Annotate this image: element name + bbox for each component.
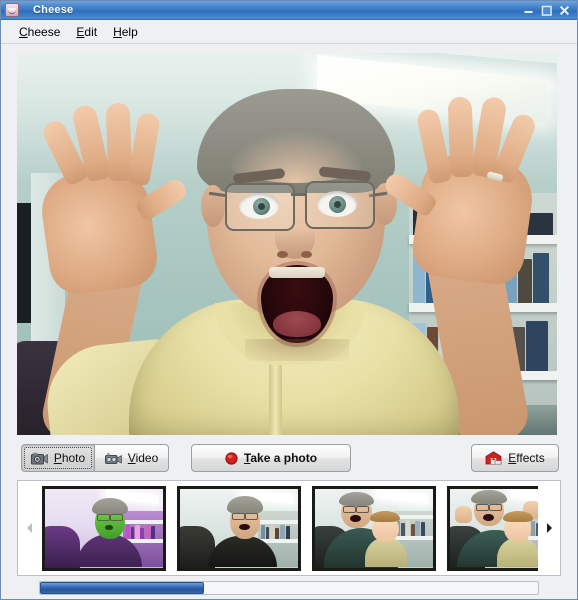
- thumb-hair: [92, 497, 128, 516]
- record-dot-icon: [225, 451, 238, 465]
- scrollbar-thumb[interactable]: [40, 582, 205, 594]
- thumbnail-scene: [450, 488, 538, 568]
- menu-label: elp: [121, 24, 138, 39]
- thumbnail-scene: [315, 488, 433, 568]
- webcam-scene: [17, 53, 557, 435]
- thumbnail-3[interactable]: [312, 485, 436, 571]
- window-controls: [522, 4, 575, 17]
- webcam-live-preview[interactable]: [17, 53, 557, 435]
- chin-shadow: [245, 339, 349, 361]
- capture-mode-group: Photo Video: [21, 444, 169, 472]
- photo-mode-button[interactable]: Photo: [21, 444, 95, 472]
- menu-item-edit[interactable]: Edit: [68, 23, 105, 41]
- video-mode-label: Video: [127, 451, 159, 465]
- thumbnail-list: [40, 481, 538, 575]
- cheese-window: Cheese Cheese Edit Help Photo Video Take…: [0, 0, 578, 600]
- thumbnail-2[interactable]: [177, 485, 301, 571]
- upper-teeth: [269, 267, 325, 278]
- thumb-hair: [338, 491, 374, 506]
- take-photo-label: Take a photo: [243, 451, 318, 465]
- thumbnail-scene: [45, 488, 163, 568]
- thumb-hair: [471, 490, 507, 505]
- chevron-right-icon: [545, 522, 554, 534]
- chevron-left-icon: [25, 522, 34, 534]
- minimize-button[interactable]: [522, 4, 535, 17]
- thumbnail-strip-scrollbar[interactable]: [39, 581, 539, 595]
- right-finger: [447, 96, 475, 178]
- close-button[interactable]: [558, 4, 571, 17]
- menu-item-cheese[interactable]: Cheese: [11, 23, 68, 41]
- thumbnail-strip: [17, 480, 561, 576]
- thumbnail-4[interactable]: [447, 485, 538, 571]
- cheese-app-icon: [5, 3, 19, 17]
- video-mode-button[interactable]: Video: [95, 444, 169, 472]
- effects-button[interactable]: Effects: [471, 444, 559, 472]
- menu-label: heese: [27, 24, 61, 39]
- take-photo-button[interactable]: Take a photo: [191, 444, 351, 472]
- window-title: Cheese: [33, 4, 74, 16]
- right-nostril: [301, 251, 312, 258]
- maximize-button[interactable]: [540, 4, 553, 17]
- window-titlebar[interactable]: Cheese: [1, 1, 577, 20]
- glasses-bridge: [291, 193, 307, 196]
- menu-item-help[interactable]: Help: [105, 23, 146, 41]
- thumbnail-scene: [180, 488, 298, 568]
- strip-next-button[interactable]: [538, 481, 560, 575]
- effects-icon: [485, 451, 502, 465]
- viewport-wrapper: [6, 50, 568, 435]
- photo-mode-label: Photo: [53, 451, 86, 465]
- toolbar: Photo Video Take a photo Effects: [9, 442, 569, 474]
- thumb-child-hair: [503, 510, 533, 522]
- thumbnail-1[interactable]: [42, 485, 166, 571]
- thumb-chair: [45, 526, 81, 568]
- strip-prev-button[interactable]: [18, 481, 40, 575]
- photo-camera-icon: [30, 452, 48, 465]
- video-camera-icon: [104, 452, 122, 465]
- main-content: Photo Video Take a photo Effects: [1, 44, 577, 595]
- scrollbar-area: [17, 581, 561, 595]
- menu-mnemonic: C: [19, 24, 28, 39]
- tongue: [273, 311, 321, 337]
- glasses-right-lens: [305, 181, 375, 229]
- menu-label: dit: [84, 24, 98, 39]
- menubar: Cheese Edit Help: [1, 20, 577, 44]
- thumb-raised-hand-left: [454, 505, 473, 524]
- left-nostril: [277, 251, 288, 258]
- thumb-hair: [227, 496, 263, 514]
- effects-label: Effects: [508, 451, 545, 465]
- menu-mnemonic: H: [113, 24, 122, 39]
- thumb-child-hair: [370, 510, 400, 522]
